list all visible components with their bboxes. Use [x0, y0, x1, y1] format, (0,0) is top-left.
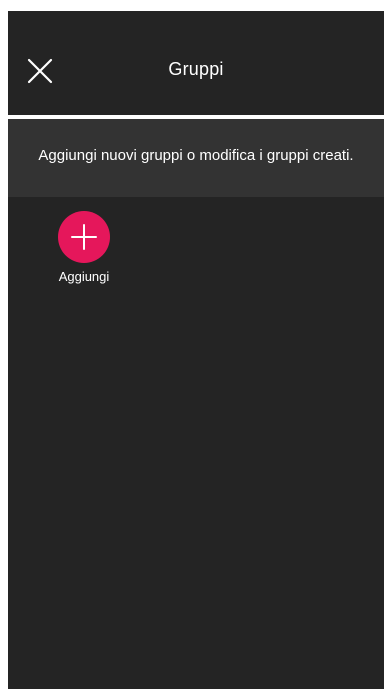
plus-icon [71, 224, 97, 250]
add-group-circle[interactable] [58, 211, 110, 263]
page-title: Gruppi [168, 59, 224, 79]
add-group-label: Aggiungi [58, 269, 110, 284]
info-banner: Aggiungi nuovi gruppi o modifica i grupp… [8, 119, 384, 197]
app-screen: Gruppi Aggiungi nuovi gruppi o modifica … [8, 11, 384, 689]
info-text: Aggiungi nuovi gruppi o modifica i grupp… [38, 146, 354, 164]
add-group-button[interactable]: Aggiungi [48, 211, 120, 284]
groups-area: Aggiungi [8, 197, 384, 689]
top-bar: Gruppi [8, 11, 384, 115]
